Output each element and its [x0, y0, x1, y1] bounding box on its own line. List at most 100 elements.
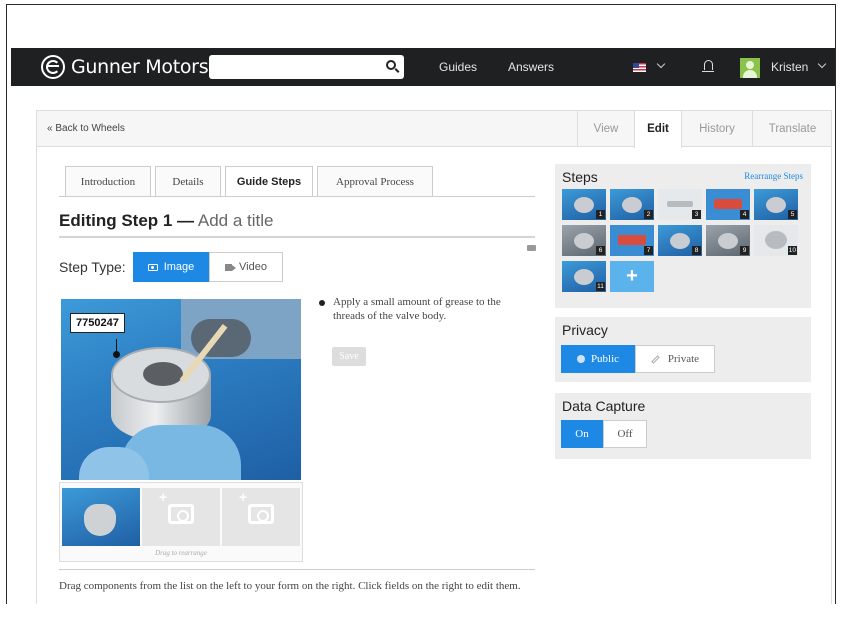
image-callout-label[interactable]: 7750247 [70, 313, 125, 333]
rearrange-steps-link[interactable]: Rearrange Steps [744, 171, 803, 181]
browser-frame: Gunner Motors Guides Answers Kristen « B… [6, 4, 836, 604]
tab-history[interactable]: History [682, 111, 752, 147]
search-input[interactable] [209, 55, 404, 79]
tab-translate[interactable]: Translate [753, 111, 832, 147]
step-title: Editing Step 1 — Add a title [59, 211, 273, 231]
step-number-badge: 6 [596, 246, 605, 255]
add-step-button[interactable]: + [610, 261, 654, 292]
data-capture-on-button[interactable]: On [561, 420, 603, 448]
panel-header: « Back to Wheels View Edit History Trans… [37, 111, 832, 148]
section-divider [59, 569, 535, 570]
step-thumb-image [667, 201, 693, 207]
top-navbar: Gunner Motors Guides Answers Kristen [11, 48, 835, 86]
privacy-title: Privacy [562, 322, 608, 338]
avatar[interactable] [740, 58, 760, 78]
pencil-icon [651, 354, 660, 364]
step-thumb-3[interactable]: 3 [658, 189, 702, 220]
step-type-video-button[interactable]: Video [209, 252, 283, 282]
step-thumb-image [622, 197, 642, 213]
add-photo-icon [159, 489, 194, 524]
tab-guide-steps[interactable]: Guide Steps [225, 166, 313, 197]
step-thumb-1[interactable]: 1 [562, 189, 606, 220]
step-number-badge: 9 [740, 246, 749, 255]
step-number-badge: 5 [788, 210, 797, 219]
tab-details[interactable]: Details [155, 166, 221, 196]
nav-answers-link[interactable]: Answers [508, 60, 554, 74]
step-title-input[interactable]: Add a title [198, 211, 274, 230]
step-thumb-6[interactable]: 6 [562, 225, 606, 256]
gunner-logo-icon [41, 55, 65, 79]
private-label: Private [667, 353, 700, 365]
step-main-image[interactable]: 7750247 [61, 299, 301, 480]
image-thumbnail-strip: Drag to rearrange [59, 482, 303, 562]
steps-title: Steps [562, 169, 598, 185]
title-underline [59, 236, 535, 238]
video-camera-icon [225, 263, 237, 271]
brand-name: Gunner Motors [71, 56, 209, 78]
add-photo-icon [239, 489, 274, 524]
step-thumb-11[interactable]: 11 [562, 261, 606, 292]
keyboard-icon[interactable] [527, 245, 536, 251]
step-number-badge: 8 [692, 246, 701, 255]
step-thumb-image [765, 231, 787, 249]
step-thumb-8[interactable]: 8 [658, 225, 702, 256]
save-button[interactable]: Save [332, 347, 366, 366]
add-image-slot-2[interactable] [142, 488, 220, 546]
privacy-public-button[interactable]: Public [561, 345, 635, 373]
step-thumb-image [718, 233, 738, 249]
step-number-badge: 11 [596, 282, 605, 291]
step-thumb-image [574, 269, 594, 285]
step-thumb-image [574, 233, 594, 249]
step-bullet-text[interactable]: Apply a small amount of grease to the th… [333, 295, 533, 323]
user-menu-chevron-icon[interactable] [817, 59, 827, 69]
step-thumb-10[interactable]: 10 [754, 225, 798, 256]
step-thumb-2[interactable]: 2 [610, 189, 654, 220]
step-thumb-image [670, 233, 690, 249]
step-thumb-7[interactable]: 7 [610, 225, 654, 256]
step-thumb-image [714, 199, 742, 209]
drag-to-rearrange-note: Drag to rearrange [155, 549, 207, 557]
step-type-image-button[interactable]: Image [133, 252, 209, 282]
tab-edit[interactable]: Edit [634, 111, 682, 148]
data-capture-card: Data Capture On Off [555, 393, 811, 459]
step-thumb-image [618, 235, 646, 245]
thumbnail-1[interactable] [62, 488, 140, 546]
callout-dot [113, 351, 120, 358]
step-thumb-image [574, 197, 594, 213]
tab-view[interactable]: View [578, 111, 634, 147]
data-capture-off-button[interactable]: Off [603, 420, 647, 448]
public-label: Public [590, 353, 620, 365]
chevron-down-icon[interactable] [656, 59, 666, 69]
video-option-label: Video [239, 261, 267, 273]
step-number-badge: 3 [692, 210, 701, 219]
brand-logo[interactable]: Gunner Motors [41, 55, 209, 79]
nav-guides-link[interactable]: Guides [439, 60, 477, 74]
help-text: Drag components from the list on the lef… [59, 580, 521, 592]
search-icon[interactable] [386, 60, 396, 70]
step-title-prefix: Editing Step 1 — [59, 211, 195, 230]
photo-valve-hole [143, 362, 183, 386]
globe-icon [576, 355, 585, 363]
step-number-badge: 10 [787, 246, 797, 255]
bell-icon[interactable] [702, 60, 714, 72]
guide-editor-panel: « Back to Wheels View Edit History Trans… [36, 110, 832, 604]
step-number-badge: 4 [740, 210, 749, 219]
us-flag-icon[interactable] [633, 63, 646, 72]
step-thumb-image [766, 197, 786, 213]
image-option-label: Image [163, 261, 195, 273]
data-capture-title: Data Capture [562, 398, 646, 414]
bullet-dot [319, 300, 325, 306]
step-number-badge: 1 [596, 210, 605, 219]
step-thumb-9[interactable]: 9 [706, 225, 750, 256]
user-name[interactable]: Kristen [771, 60, 808, 74]
step-number-badge: 7 [644, 246, 653, 255]
privacy-private-button[interactable]: Private [635, 345, 715, 373]
tab-approval-process[interactable]: Approval Process [317, 166, 433, 196]
add-image-slot-3[interactable] [222, 488, 300, 546]
step-thumb-4[interactable]: 4 [706, 189, 750, 220]
step-thumb-5[interactable]: 5 [754, 189, 798, 220]
back-to-wheels-link[interactable]: « Back to Wheels [47, 123, 125, 134]
tab-introduction[interactable]: Introduction [65, 166, 151, 196]
tabs-divider [59, 196, 535, 197]
camera-icon [147, 263, 158, 271]
